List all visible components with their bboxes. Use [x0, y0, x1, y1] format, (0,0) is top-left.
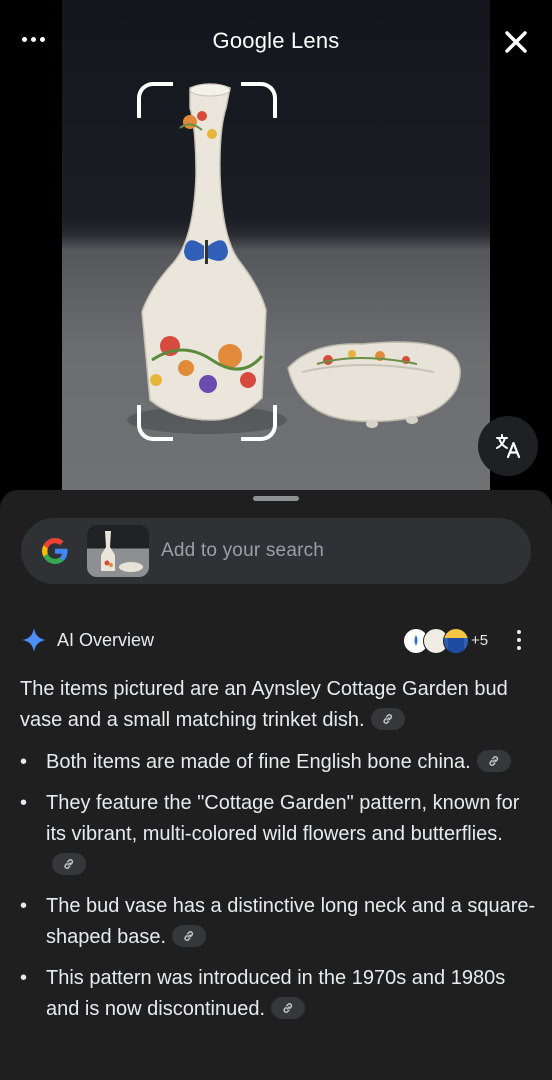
search-image-thumbnail[interactable] — [87, 525, 149, 577]
ai-overview-menu-button[interactable] — [511, 628, 527, 652]
crop-handle-top-left[interactable] — [137, 82, 173, 118]
source-link-button[interactable] — [172, 924, 207, 947]
link-icon — [184, 930, 194, 941]
list-item: This pattern was introduced in the 1970s… — [20, 963, 536, 1025]
translate-icon — [496, 434, 521, 459]
link-icon — [383, 713, 392, 724]
crop-handle-top-right[interactable] — [241, 82, 277, 118]
translate-button[interactable] — [478, 416, 538, 476]
top-bar: Google Lens — [0, 0, 552, 84]
source-link-button[interactable] — [476, 749, 511, 772]
image-viewer: Google Lens — [0, 0, 552, 500]
google-logo-icon — [42, 538, 68, 564]
source-favicon-icon — [443, 628, 469, 654]
source-link-button[interactable] — [271, 996, 306, 1019]
ai-overview-header: AI Overview +5 — [21, 626, 531, 654]
sheet-drag-handle[interactable] — [253, 496, 299, 501]
ai-overview-summary: The items pictured are an Aynsley Cottag… — [20, 678, 508, 731]
ai-overview-title: AI Overview — [57, 630, 155, 650]
source-link-button[interactable] — [52, 852, 86, 875]
app-title: Google Lens — [212, 28, 340, 53]
list-item: Both items are made of fine English bone… — [20, 747, 536, 778]
source-avatars[interactable]: +5 — [403, 626, 493, 654]
results-sheet: Add to your search AI Overview +5 The it… — [0, 490, 552, 1080]
source-count: +5 — [471, 632, 489, 649]
ai-sparkle-icon — [22, 628, 46, 652]
close-button[interactable] — [500, 26, 532, 58]
list-item: They feature the "Cottage Garden" patter… — [20, 788, 536, 881]
add-to-search-bar[interactable]: Add to your search — [21, 518, 531, 584]
close-icon — [505, 31, 527, 53]
search-placeholder: Add to your search — [161, 540, 325, 561]
crop-handle-bottom-right[interactable] — [241, 405, 277, 441]
link-icon — [489, 755, 498, 766]
crop-handle-bottom-left[interactable] — [137, 405, 173, 441]
list-item: The bud vase has a distinctive long neck… — [20, 891, 536, 953]
link-icon — [283, 1002, 293, 1013]
ai-overview-bullets: Both items are made of fine English bone… — [20, 747, 536, 1035]
source-link-button[interactable] — [370, 707, 405, 730]
link-icon — [64, 858, 74, 869]
